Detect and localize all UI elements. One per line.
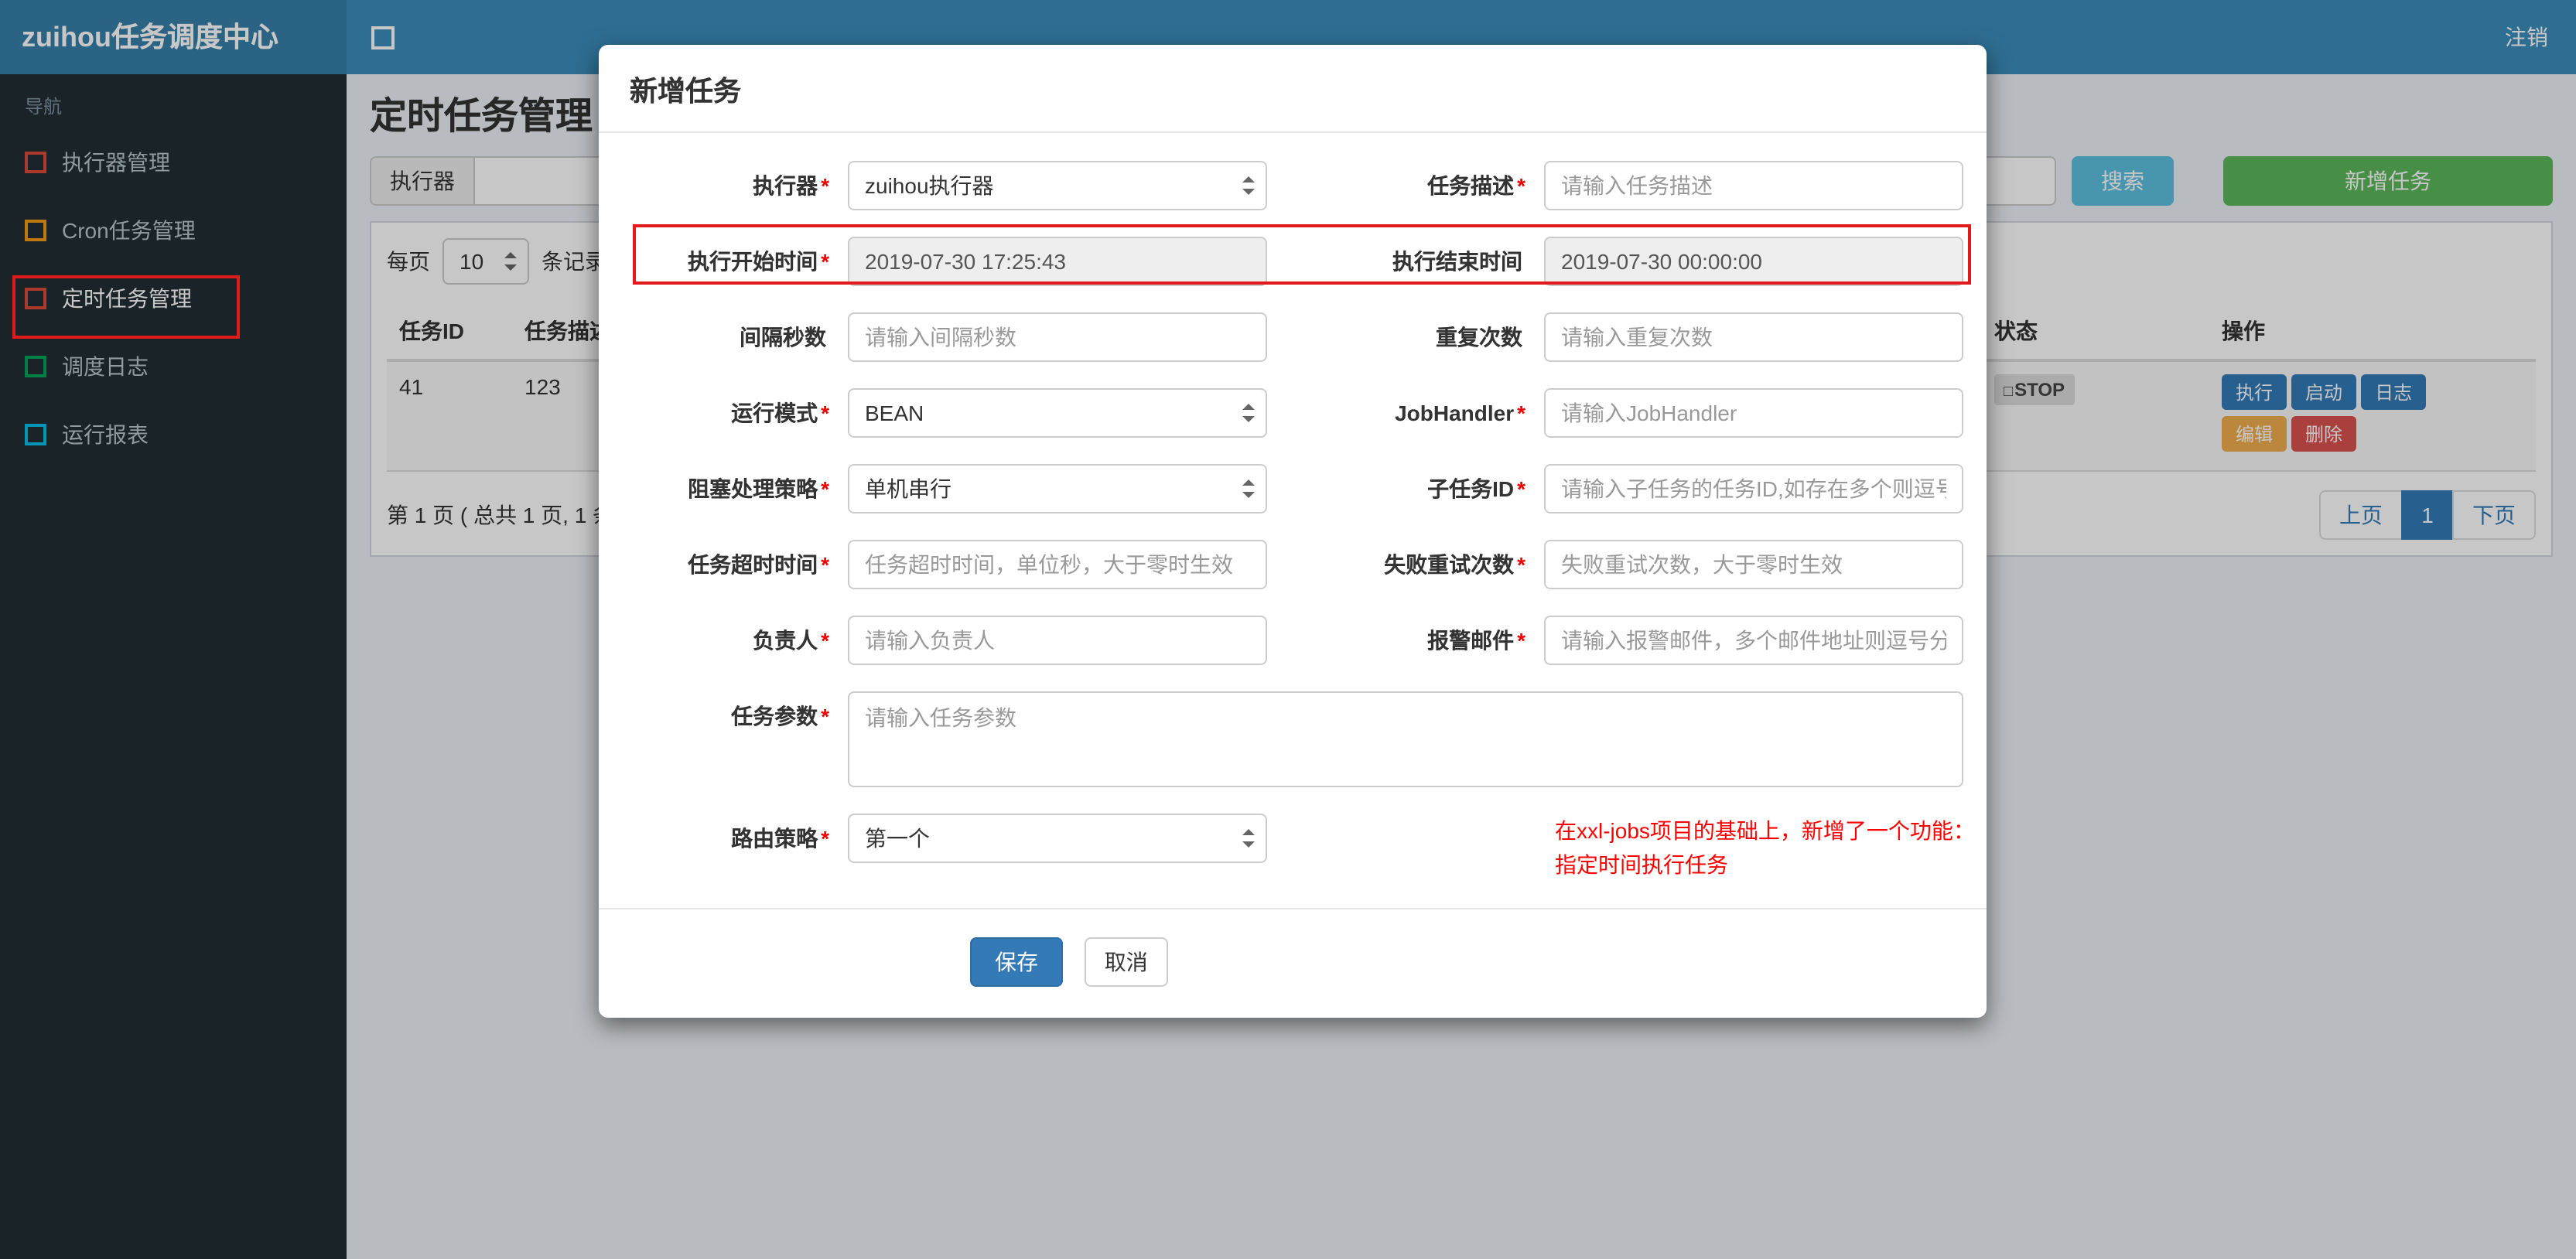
- author-input[interactable]: [848, 616, 1267, 665]
- add-job-modal: 新增任务 执行器* zuihou执行器 任务描述* 执行开始时间* 执行结束时间…: [599, 45, 1987, 1018]
- start-time-label: 执行开始时间 *: [688, 249, 829, 274]
- repeat-input[interactable]: [1544, 312, 1963, 362]
- route-strategy-label: 路由策略 *: [731, 826, 829, 851]
- interval-input[interactable]: [848, 312, 1267, 362]
- modal-body: 执行器* zuihou执行器 任务描述* 执行开始时间* 执行结束时间 间隔秒数…: [599, 133, 1987, 882]
- run-mode-select[interactable]: BEAN: [848, 388, 1267, 438]
- end-time-label: 执行结束时间: [1392, 249, 1522, 274]
- job-desc-label: 任务描述 *: [1427, 173, 1525, 198]
- feature-note-line2: 指定时间执行任务: [1555, 852, 1728, 877]
- job-param-label: 任务参数 *: [731, 704, 829, 728]
- feature-note: 在xxl-jobs项目的基础上，新增了一个功能： 指定时间执行任务: [1555, 814, 1987, 882]
- cancel-button[interactable]: 取消: [1084, 937, 1168, 987]
- select-caret-icon: [1242, 404, 1255, 422]
- app-root: zuihou任务调度中心 注销 导航 执行器管理 Cron任务管理 定时任务管理…: [0, 0, 2576, 1259]
- modal-title: 新增任务: [630, 76, 741, 107]
- fail-retry-label: 失败重试次数 *: [1384, 552, 1525, 577]
- timeout-label: 任务超时时间 *: [688, 552, 829, 577]
- executor-select[interactable]: zuihou执行器: [848, 161, 1267, 210]
- alarm-email-input[interactable]: [1544, 616, 1963, 665]
- interval-label: 间隔秒数: [740, 325, 826, 350]
- save-button[interactable]: 保存: [970, 937, 1063, 987]
- run-mode-label: 运行模式 *: [731, 401, 829, 425]
- job-handler-input[interactable]: [1544, 388, 1963, 438]
- alarm-email-label: 报警邮件 *: [1427, 628, 1525, 653]
- block-strategy-select[interactable]: 单机串行: [848, 464, 1267, 513]
- select-caret-icon: [1242, 829, 1255, 848]
- child-job-label: 子任务ID *: [1427, 476, 1525, 501]
- modal-footer: 保存 取消: [599, 909, 1987, 1018]
- executor-label: 执行器 *: [753, 173, 829, 198]
- end-time-input[interactable]: [1544, 237, 1963, 286]
- job-handler-label: JobHandler *: [1395, 401, 1525, 425]
- child-job-input[interactable]: [1544, 464, 1963, 513]
- author-label: 负责人 *: [753, 628, 829, 653]
- timeout-input[interactable]: [848, 540, 1267, 589]
- fail-retry-input[interactable]: [1544, 540, 1963, 589]
- start-time-input[interactable]: [848, 237, 1267, 286]
- select-caret-icon: [1242, 176, 1255, 195]
- select-caret-icon: [1242, 479, 1255, 498]
- block-strategy-label: 阻塞处理策略 *: [688, 476, 829, 501]
- job-desc-input[interactable]: [1544, 161, 1963, 210]
- route-strategy-select[interactable]: 第一个: [848, 814, 1267, 863]
- modal-header: 新增任务: [599, 45, 1987, 133]
- repeat-label: 重复次数: [1436, 325, 1522, 350]
- job-param-textarea[interactable]: [848, 691, 1963, 787]
- feature-note-line1: 在xxl-jobs项目的基础上，新增了一个功能：: [1555, 818, 1975, 843]
